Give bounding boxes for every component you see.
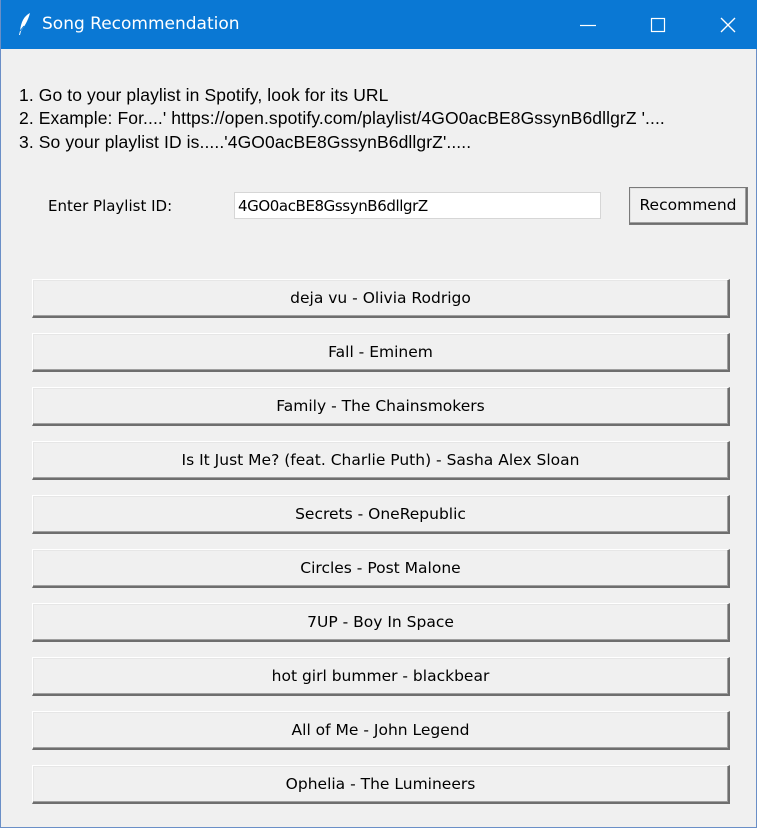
song-button[interactable]: Is It Just Me? (feat. Charlie Puth) - Sa… (32, 441, 730, 480)
minimize-icon (580, 24, 596, 27)
song-button[interactable]: Secrets - OneRepublic (32, 495, 730, 534)
song-button[interactable]: Circles - Post Malone (32, 549, 730, 588)
instruction-line-2: 2. Example: For....' https://open.spotif… (19, 108, 665, 128)
playlist-id-label: Enter Playlist ID: (48, 197, 173, 215)
song-button[interactable]: Ophelia - The Lumineers (32, 765, 730, 804)
close-icon (720, 17, 736, 33)
song-button[interactable]: All of Me - John Legend (32, 711, 730, 750)
song-button[interactable]: hot girl bummer - blackbear (32, 657, 730, 696)
song-button[interactable]: 7UP - Boy In Space (32, 603, 730, 642)
title-bar[interactable]: Song Recommendation (1, 0, 757, 49)
song-button[interactable]: Fall - Eminem (32, 333, 730, 372)
feather-icon (15, 11, 35, 37)
playlist-id-input[interactable] (234, 192, 601, 219)
maximize-button[interactable] (628, 0, 688, 49)
window-title: Song Recommendation (42, 14, 240, 34)
instruction-line-3: 3. So your playlist ID is.....'4GO0acBE8… (19, 132, 472, 152)
close-button[interactable] (698, 0, 757, 49)
minimize-button[interactable] (558, 0, 618, 49)
song-button[interactable]: deja vu - Olivia Rodrigo (32, 279, 730, 318)
app-window: Song Recommendation 1. Go to your playli… (0, 0, 757, 828)
recommend-button[interactable]: Recommend (629, 187, 748, 225)
instruction-line-1: 1. Go to your playlist in Spotify, look … (19, 85, 389, 105)
song-button[interactable]: Family - The Chainsmokers (32, 387, 730, 426)
maximize-icon (650, 17, 666, 33)
